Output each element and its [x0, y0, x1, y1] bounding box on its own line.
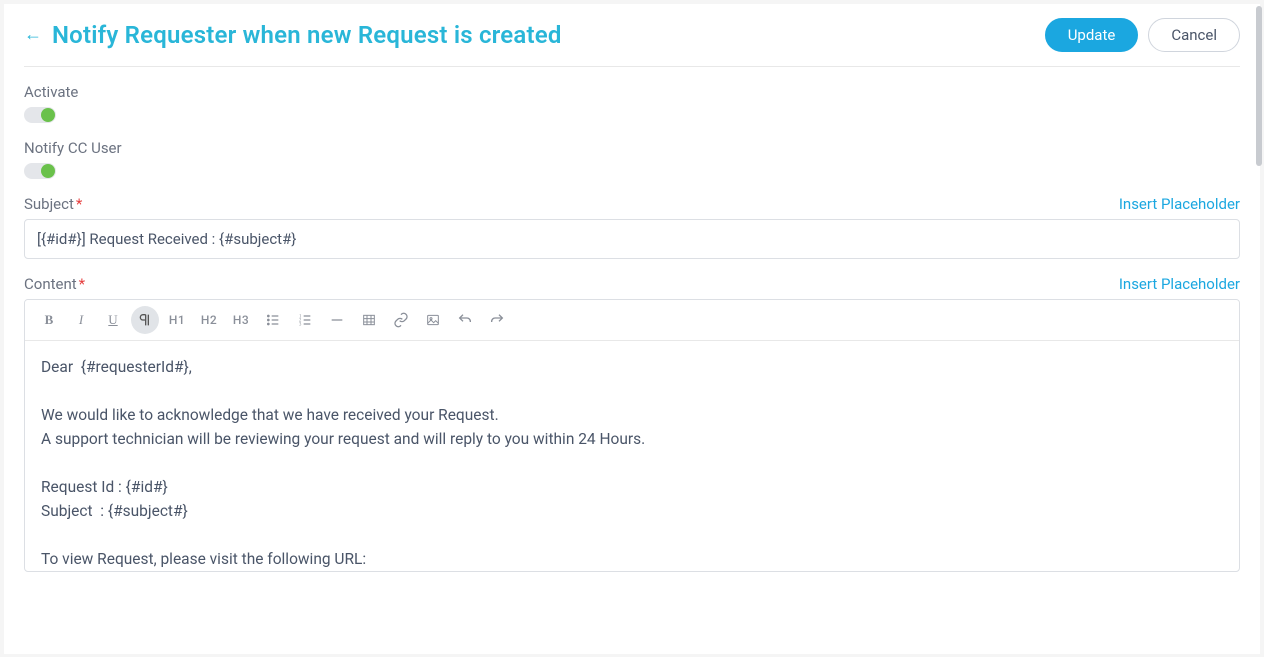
subject-insert-placeholder-link[interactable]: Insert Placeholder [1119, 195, 1240, 213]
h1-button[interactable]: H1 [163, 306, 191, 334]
undo-icon [457, 312, 473, 328]
notify-cc-toggle[interactable] [24, 163, 56, 179]
cancel-button[interactable]: Cancel [1148, 18, 1240, 52]
image-icon [425, 312, 441, 328]
rich-text-editor: B I U H1 H2 H3 123 [24, 299, 1240, 572]
subject-field: Subject* Insert Placeholder [24, 195, 1240, 259]
horizontal-rule-button[interactable] [323, 306, 351, 334]
notify-cc-field: Notify CC User [24, 139, 1240, 179]
link-icon [393, 312, 409, 328]
pilcrow-icon [137, 312, 153, 328]
bullet-list-button[interactable] [259, 306, 287, 334]
h2-button[interactable]: H2 [195, 306, 223, 334]
bold-button[interactable]: B [35, 306, 63, 334]
activate-label: Activate [24, 83, 1240, 101]
activate-field: Activate [24, 83, 1240, 123]
content-field: Content* Insert Placeholder B I U H1 H2 … [24, 275, 1240, 572]
page-header: ← Notify Requester when new Request is c… [24, 18, 1240, 67]
subject-label: Subject* [24, 195, 82, 213]
redo-icon [489, 312, 505, 328]
numbered-list-button[interactable]: 123 [291, 306, 319, 334]
numbered-list-icon: 123 [297, 312, 313, 328]
h3-button[interactable]: H3 [227, 306, 255, 334]
svg-text:3: 3 [299, 322, 302, 327]
editor-content[interactable]: Dear {#requesterId#}, We would like to a… [25, 341, 1239, 571]
link-button[interactable] [387, 306, 415, 334]
table-button[interactable] [355, 306, 383, 334]
paragraph-button[interactable] [131, 306, 159, 334]
activate-toggle[interactable] [24, 107, 56, 123]
update-button[interactable]: Update [1045, 18, 1139, 52]
redo-button[interactable] [483, 306, 511, 334]
page-title: Notify Requester when new Request is cre… [52, 21, 562, 49]
notify-cc-label: Notify CC User [24, 139, 1240, 157]
underline-button[interactable]: U [99, 306, 127, 334]
horizontal-rule-icon [329, 312, 345, 328]
table-icon [361, 312, 377, 328]
italic-button[interactable]: I [67, 306, 95, 334]
image-button[interactable] [419, 306, 447, 334]
back-arrow-icon[interactable]: ← [24, 26, 42, 44]
content-insert-placeholder-link[interactable]: Insert Placeholder [1119, 275, 1240, 293]
bullet-list-icon [265, 312, 281, 328]
editor-toolbar: B I U H1 H2 H3 123 [25, 300, 1239, 341]
subject-input[interactable] [24, 219, 1240, 259]
content-label: Content* [24, 275, 85, 293]
undo-button[interactable] [451, 306, 479, 334]
